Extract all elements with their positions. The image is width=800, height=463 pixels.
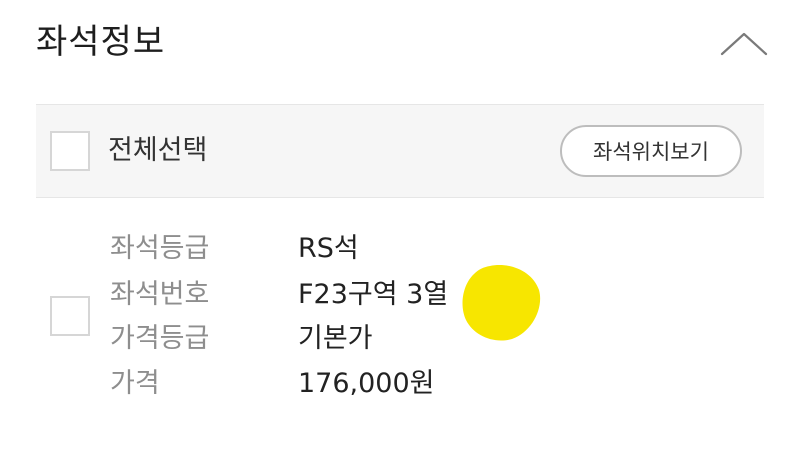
price-grade-row: 가격등급 기본가	[36, 316, 764, 362]
seat-grade-label: 좌석등급	[110, 233, 210, 264]
price-row: 가격 176,000원	[36, 361, 764, 407]
seat-number-row: 좌석번호 F23구역 3열	[36, 272, 764, 318]
seat-grade-row: 좌석등급 RS석	[36, 226, 764, 272]
price-grade-value: 기본가	[298, 323, 373, 354]
seat-item: 좌석등급 RS석 좌석번호 F23구역 3열 가격등급 기본가 가격 176,0…	[36, 198, 764, 428]
collapse-toggle[interactable]	[716, 22, 772, 62]
chevron-up-icon	[720, 32, 768, 56]
seat-map-button[interactable]: 좌석위치보기	[560, 125, 742, 177]
select-all-bar: 전체선택 좌석위치보기	[36, 104, 764, 198]
price-value: 176,000원	[298, 368, 435, 399]
highlight-blot	[460, 262, 542, 342]
price-grade-label: 가격등급	[110, 323, 210, 354]
seat-grade-value: RS석	[298, 233, 359, 264]
section-title: 좌석정보	[36, 22, 166, 62]
select-all-checkbox[interactable]	[50, 131, 90, 171]
seat-number-value: F23구역 3열	[298, 279, 449, 310]
select-all-label[interactable]: 전체선택	[108, 131, 207, 171]
price-label: 가격	[110, 368, 160, 399]
seat-number-label: 좌석번호	[110, 279, 210, 310]
